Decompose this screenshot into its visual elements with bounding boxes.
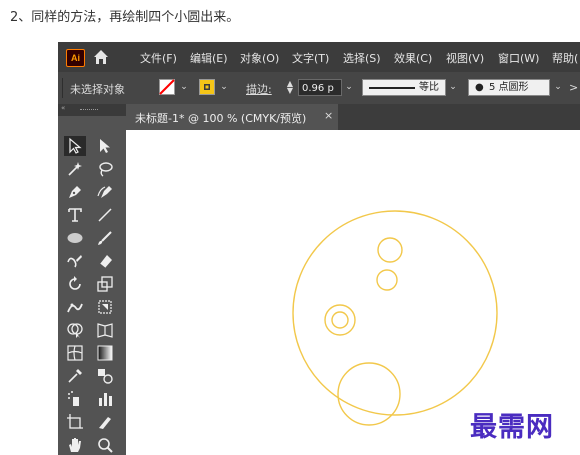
menu-file[interactable]: 文件(F) xyxy=(140,50,177,66)
paintbrush-tool-icon[interactable] xyxy=(94,228,116,248)
column-graph-tool-icon[interactable] xyxy=(94,389,116,409)
brush-dot-icon: ● xyxy=(475,82,484,93)
profile-dropdown-icon[interactable]: ⌄ xyxy=(447,80,459,94)
document-tab[interactable]: 未标题-1* @ 100 % (CMYK/预览) × xyxy=(126,104,338,130)
small-circle-top[interactable] xyxy=(377,237,403,263)
overflow-indicator: > xyxy=(569,81,579,94)
symbol-sprayer-tool-icon[interactable] xyxy=(64,389,86,409)
blend-tool-icon[interactable] xyxy=(94,366,116,386)
stroke-color-swatch[interactable] xyxy=(159,79,175,95)
menu-window[interactable]: 窗口(W) xyxy=(498,50,539,66)
panel-grip xyxy=(80,109,98,111)
puppet-warp-tool-icon[interactable] xyxy=(64,297,86,317)
brush-label: 5 点圆形 xyxy=(489,82,529,93)
fill-color-swatch[interactable] xyxy=(199,79,215,95)
scale-tool-icon[interactable] xyxy=(94,274,116,294)
lasso-tool-icon[interactable] xyxy=(94,159,116,179)
app-logo: Ai xyxy=(66,49,85,67)
zoom-tool-icon[interactable] xyxy=(94,435,116,455)
free-transform-tool-icon[interactable] xyxy=(94,297,116,317)
instruction-caption: 2、同样的方法，再绘制四个小圆出来。 xyxy=(10,10,240,25)
variable-width-profile[interactable]: 等比 xyxy=(362,79,446,96)
stroke-weight-dropdown-icon[interactable]: ⌄ xyxy=(343,80,355,94)
menu-object[interactable]: 对象(O) xyxy=(240,50,279,66)
stroke-weight-field[interactable]: 0.96 p xyxy=(298,79,342,96)
mesh-tool-icon[interactable] xyxy=(64,343,86,363)
profile-line xyxy=(369,87,415,89)
direct-selection-tool-icon[interactable] xyxy=(94,136,116,156)
curvature-tool-icon[interactable] xyxy=(94,182,116,202)
control-bar: 未选择对象 ⌄ ⌄ 描边: ▲ ▼ 0.96 p ⌄ 等比 ⌄ ● 5 点圆形 ⌄… xyxy=(58,72,580,105)
selection-tool-icon[interactable] xyxy=(64,136,86,156)
menu-edit[interactable]: 编辑(E) xyxy=(190,50,228,66)
selection-status: 未选择对象 xyxy=(70,83,125,96)
artboard-tool-icon[interactable] xyxy=(64,412,86,432)
perspective-grid-tool-icon[interactable] xyxy=(94,320,116,340)
grip-divider xyxy=(62,78,63,98)
menu-select[interactable]: 选择(S) xyxy=(343,50,381,66)
ring-inner-circle[interactable] xyxy=(331,311,349,329)
menu-bar: Ai 文件(F) 编辑(E) 对象(O) 文字(T) 选择(S) 效果(C) 视… xyxy=(58,42,580,72)
ellipse-tool-icon[interactable] xyxy=(64,228,86,248)
slice-tool-icon[interactable] xyxy=(94,412,116,432)
brush-definition[interactable]: ● 5 点圆形 xyxy=(468,79,550,96)
brush-dropdown-icon[interactable]: ⌄ xyxy=(552,80,564,94)
rotate-tool-icon[interactable] xyxy=(64,274,86,294)
close-icon[interactable]: × xyxy=(324,109,333,122)
illustrator-window: Ai 文件(F) 编辑(E) 对象(O) 文字(T) 选择(S) 效果(C) 视… xyxy=(58,42,580,455)
stroke-stepper-icon[interactable]: ▲ ▼ xyxy=(284,80,296,95)
pen-tool-icon[interactable] xyxy=(64,182,86,202)
ring-outer-circle[interactable] xyxy=(324,304,356,336)
menu-type[interactable]: 文字(T) xyxy=(292,50,329,66)
bottom-circle[interactable] xyxy=(337,362,401,426)
large-circle[interactable] xyxy=(292,210,498,416)
small-circle-middle[interactable] xyxy=(376,269,398,291)
profile-label: 等比 xyxy=(419,82,439,93)
gradient-tool-icon[interactable] xyxy=(94,343,116,363)
hand-tool-icon[interactable] xyxy=(64,435,86,455)
menu-help[interactable]: 帮助( xyxy=(552,50,578,66)
magic-wand-tool-icon[interactable] xyxy=(64,159,86,179)
collapse-panel-icon[interactable]: « xyxy=(61,104,65,112)
eyedropper-tool-icon[interactable] xyxy=(64,366,86,386)
menu-effect[interactable]: 效果(C) xyxy=(394,50,432,66)
type-tool-icon[interactable] xyxy=(64,205,86,225)
stroke-label[interactable]: 描边: xyxy=(246,81,272,97)
home-icon[interactable] xyxy=(92,48,110,66)
eraser-tool-icon[interactable] xyxy=(94,251,116,271)
stroke-color-dropdown-icon[interactable]: ⌄ xyxy=(178,80,190,94)
fill-color-dropdown-icon[interactable]: ⌄ xyxy=(218,80,230,94)
shape-builder-tool-icon[interactable] xyxy=(64,320,86,340)
document-tab-title: 未标题-1* @ 100 % (CMYK/预览) xyxy=(135,112,307,125)
shaper-tool-icon[interactable] xyxy=(64,251,86,271)
document-tab-strip: 未标题-1* @ 100 % (CMYK/预览) × xyxy=(126,104,580,130)
menu-view[interactable]: 视图(V) xyxy=(446,50,484,66)
tools-panel-header[interactable]: « xyxy=(58,104,126,116)
watermark-logo: 最需网 xyxy=(470,412,554,443)
line-tool-icon[interactable] xyxy=(94,205,116,225)
